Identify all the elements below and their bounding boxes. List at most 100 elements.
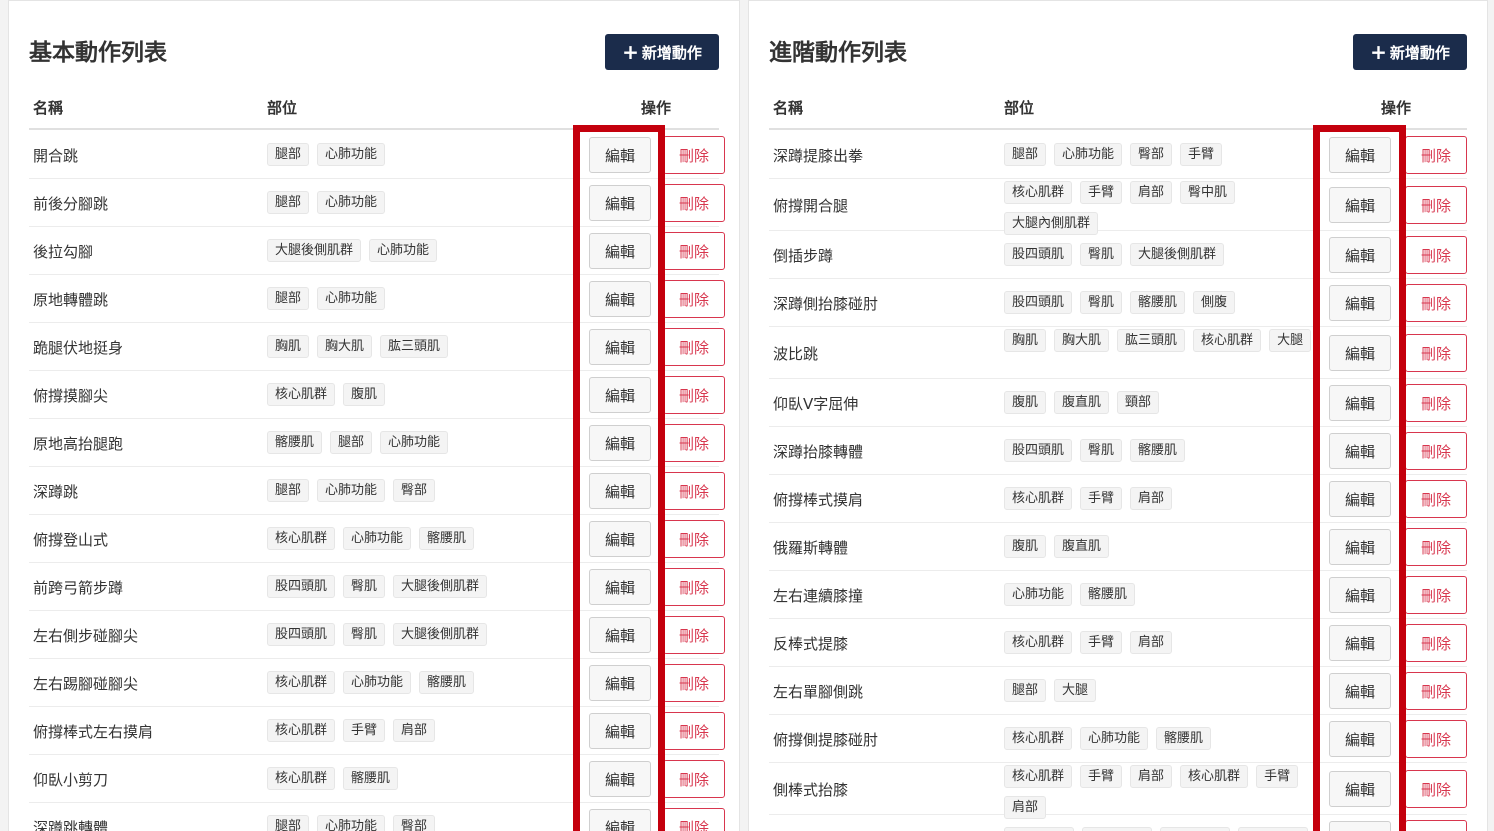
body-part-tag: 核心肌群 (1004, 765, 1073, 788)
body-part-tag: 手臂 (1080, 631, 1123, 654)
delete-button[interactable]: 刪除 (663, 568, 725, 606)
delete-button[interactable]: 刪除 (663, 328, 725, 366)
body-part-tag: 股四頭肌 (267, 575, 336, 598)
body-part-tag: 心肺功能 (343, 527, 412, 550)
body-part-tag: 股四頭肌 (267, 623, 336, 646)
delete-button[interactable]: 刪除 (1405, 136, 1467, 174)
body-part-tag: 手臂 (1080, 181, 1123, 204)
header-action: 操作 (641, 99, 672, 117)
body-part-tag: 腹肌 (1004, 391, 1047, 414)
basic-panel-header: 基本動作列表 + 新增動作 (29, 34, 719, 72)
body-part-tag: 腿部 (267, 143, 310, 166)
delete-button[interactable]: 刪除 (1405, 284, 1467, 322)
body-part-tag: 髂腰肌 (1130, 439, 1186, 462)
body-part-tags: 胸肌 胸大肌 肱三頭肌 (267, 335, 567, 358)
body-part-tags: 核心肌群 手臂 肩部 (267, 719, 567, 742)
delete-button[interactable]: 刪除 (1405, 432, 1467, 470)
delete-button[interactable]: 刪除 (663, 760, 725, 798)
body-part-tag: 手臂 (343, 719, 386, 742)
body-part-tag: 髂腰肌 (1080, 583, 1136, 606)
body-part-tag: 手臂 (1256, 765, 1299, 788)
body-part-tags: 股四頭肌 臀肌 髂腰肌 側腹 (1004, 291, 1314, 314)
body-part-tag (1082, 827, 1152, 831)
body-part-tag: 臀中肌 (1180, 181, 1236, 204)
delete-button[interactable]: 刪除 (663, 664, 725, 702)
delete-button[interactable]: 刪除 (1405, 334, 1467, 372)
body-part-tag: 側腹 (1193, 291, 1236, 314)
body-part-tag: 胸大肌 (1054, 329, 1110, 352)
body-part-tag: 肩部 (1130, 487, 1173, 510)
delete-button[interactable]: 刪除 (663, 616, 725, 654)
body-part-tag: 胸肌 (1004, 329, 1047, 352)
delete-button[interactable]: 刪除 (1405, 720, 1467, 758)
body-part-tags: 核心肌群 腹肌 (267, 383, 567, 406)
body-part-tags: 股四頭肌 臀肌 髂腰肌 (1004, 439, 1314, 462)
exercise-name: 俯撐開合腿 (773, 197, 849, 215)
delete-button[interactable]: 刪除 (1405, 480, 1467, 518)
advanced-add-exercise-button[interactable]: + 新增動作 (1353, 34, 1467, 70)
delete-button[interactable]: 刪除 (1405, 236, 1467, 274)
delete-button[interactable]: 刪除 (663, 424, 725, 462)
body-part-tag: 心肺功能 (1004, 583, 1073, 606)
body-part-tag: 髂腰肌 (267, 431, 323, 454)
body-part-tag: 髂腰肌 (1156, 727, 1212, 750)
body-part-tag: 核心肌群 (1004, 181, 1073, 204)
delete-button[interactable]: 刪除 (1405, 528, 1467, 566)
delete-button[interactable]: 刪除 (663, 184, 725, 222)
body-part-tags: 心肺功能 髂腰肌 (1004, 583, 1314, 606)
delete-button[interactable]: 刪除 (1405, 770, 1467, 808)
delete-button[interactable]: 刪除 (1405, 672, 1467, 710)
exercise-name: 波比跳 (773, 345, 819, 363)
exercise-name: 原地高抬腿跑 (33, 435, 124, 453)
exercise-name: 俯撐側提膝碰肘 (773, 731, 879, 749)
exercise-name: 深蹲提膝出拳 (773, 147, 864, 165)
body-part-tag: 手臂 (1080, 487, 1123, 510)
delete-button[interactable]: 刪除 (1405, 384, 1467, 422)
body-part-tag: 臀部 (1130, 143, 1173, 166)
delete-button[interactable]: 刪除 (1405, 624, 1467, 662)
delete-button[interactable]: 刪除 (663, 808, 725, 831)
body-part-tags: 股四頭肌 臀肌 大腿後側肌群 (1004, 243, 1314, 266)
delete-button[interactable]: 刪除 (663, 280, 725, 318)
body-part-tag: 肩部 (1130, 765, 1173, 788)
body-part-tag: 肱三頭肌 (380, 335, 449, 358)
delete-button[interactable]: 刪除 (663, 712, 725, 750)
body-part-tags: 腿部 心肺功能 臀部 手臂 (1004, 143, 1314, 166)
delete-button[interactable]: 刪除 (663, 472, 725, 510)
exercise-name: 左右連續膝撞 (773, 587, 864, 605)
delete-button[interactable]: 刪除 (663, 520, 725, 558)
delete-button[interactable]: 刪除 (1405, 576, 1467, 614)
header-name: 名稱 (773, 99, 804, 117)
delete-button[interactable]: 刪除 (1405, 820, 1467, 831)
body-part-tags: 腿部 大腿 (1004, 679, 1314, 702)
body-part-tag: 臀肌 (343, 575, 386, 598)
body-part-tag: 心肺功能 (317, 287, 386, 310)
advanced-table-header: 名稱 部位 操作 (769, 89, 1467, 130)
exercise-name: 俯撐摸腳尖 (33, 387, 109, 405)
body-part-tags: 腿部 心肺功能 臀部 (267, 479, 567, 502)
body-part-tag: 腿部 (267, 287, 310, 310)
body-part-tag: 手臂 (1080, 765, 1123, 788)
delete-button[interactable]: 刪除 (663, 232, 725, 270)
body-part-tag: 核心肌群 (1004, 631, 1073, 654)
exercise-name: 前後分腳跳 (33, 195, 109, 213)
exercise-name: 跪腿伏地挺身 (33, 339, 124, 357)
body-part-tag: 心肺功能 (317, 143, 386, 166)
advanced-add-exercise-label: 新增動作 (1389, 43, 1450, 62)
body-part-tag: 髂腰肌 (343, 767, 399, 790)
basic-add-exercise-button[interactable]: + 新增動作 (605, 34, 719, 70)
exercise-name: 開合跳 (33, 147, 79, 165)
body-part-tag: 心肺功能 (369, 239, 438, 262)
body-part-tag: 髂腰肌 (1130, 291, 1186, 314)
exercise-name: 深蹲抬膝轉體 (773, 443, 864, 461)
delete-button[interactable]: 刪除 (663, 376, 725, 414)
advanced-panel-title: 進階動作列表 (769, 40, 907, 66)
body-part-tag (1238, 827, 1308, 831)
body-part-tag: 心肺功能 (317, 191, 386, 214)
delete-button[interactable]: 刪除 (663, 136, 725, 174)
exercise-name: 左右側步碰腳尖 (33, 627, 139, 645)
exercise-name: 俯撐棒式摸肩 (773, 491, 864, 509)
body-part-tag: 心肺功能 (317, 815, 386, 831)
exercise-name: 俯撐登山式 (33, 531, 109, 549)
delete-button[interactable]: 刪除 (1405, 186, 1467, 224)
